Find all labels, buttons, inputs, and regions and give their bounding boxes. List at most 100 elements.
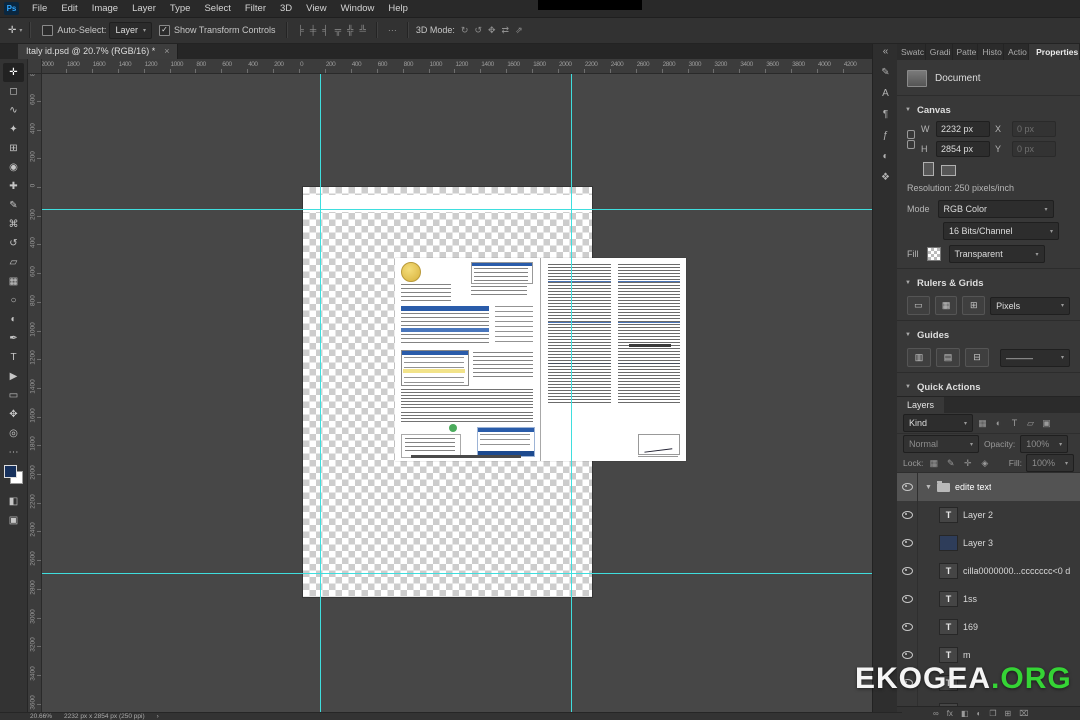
align-right-icon[interactable]: ╡ xyxy=(319,25,331,35)
lock-transparency-icon[interactable]: ▦ xyxy=(927,458,940,469)
close-tab-icon[interactable]: × xyxy=(164,46,169,56)
foreground-background-swatches[interactable] xyxy=(4,465,23,484)
menu-item[interactable]: View xyxy=(299,0,333,17)
horizontal-guide[interactable] xyxy=(41,573,872,574)
bit-depth-select[interactable]: 16 Bits/Channel ▾ xyxy=(943,222,1059,240)
clone-stamp-tool[interactable]: ⌘ xyxy=(3,215,24,234)
layer-row[interactable]: ▼ cilla0000000...ccccccc<0 d xyxy=(897,557,1080,585)
layer-row[interactable]: ▼ Layer 3 xyxy=(897,529,1080,557)
blur-tool[interactable]: ○ xyxy=(3,291,24,310)
3d-orbit-icon[interactable]: ↻ xyxy=(458,25,472,35)
canvas-pasteboard[interactable] xyxy=(41,73,872,712)
quick-selection-tool[interactable]: ✦ xyxy=(3,120,24,139)
align-left-icon[interactable]: ╞ xyxy=(295,25,307,35)
lock-guides-icon[interactable]: ▤ xyxy=(936,348,960,367)
visibility-toggle[interactable] xyxy=(897,613,918,641)
3d-roll-icon[interactable]: ↺ xyxy=(471,25,485,35)
pen-tool[interactable]: ✒ xyxy=(3,329,24,348)
lock-pixels-icon[interactable]: ✎ xyxy=(944,458,957,469)
3d-pan-icon[interactable]: ✥ xyxy=(485,25,499,35)
filter-shape-layers-icon[interactable]: ▱ xyxy=(1024,418,1037,429)
new-layer-icon[interactable]: ⊞ xyxy=(1005,709,1012,718)
move-tool[interactable]: ✛ xyxy=(3,63,24,82)
tool-preset-caret-icon[interactable]: ▾ xyxy=(19,27,22,34)
hand-tool[interactable]: ✥ xyxy=(3,405,24,424)
adjustments-panel-icon[interactable]: ◐ xyxy=(882,151,888,162)
layers-tab[interactable]: Layers xyxy=(897,397,945,413)
horizontal-ruler[interactable]: 2000 1800 1600 1400 1200 1000 800 600 400 200 0 200… xyxy=(41,59,872,74)
delete-layer-icon[interactable]: ⌧ xyxy=(1019,709,1028,718)
lock-all-icon[interactable]: ◈ xyxy=(978,458,991,469)
menu-item[interactable]: File xyxy=(25,0,54,17)
vertical-ruler[interactable]: 8006004002000200400600800100012001400160… xyxy=(27,73,42,712)
filter-adjustment-layers-icon[interactable]: ◐ xyxy=(992,418,1005,428)
panel-tab[interactable]: Gradi xyxy=(926,43,953,60)
path-selection-tool[interactable]: ▶ xyxy=(3,367,24,386)
guides-section-header[interactable]: ▼ Guides xyxy=(897,326,1080,344)
guide-style-select[interactable]: ——— ▾ xyxy=(1000,348,1070,367)
horizontal-guide[interactable] xyxy=(41,209,872,210)
blend-mode-select[interactable]: Normal ▾ xyxy=(903,435,979,453)
link-layers-icon[interactable]: ∞ xyxy=(933,709,939,718)
link-dimensions-icon[interactable] xyxy=(907,130,915,149)
panel-tab[interactable]: Patte xyxy=(953,43,979,60)
menu-item[interactable]: Filter xyxy=(238,0,273,17)
layer-row[interactable]: ▼ 1ss xyxy=(897,585,1080,613)
visibility-toggle[interactable] xyxy=(897,501,918,529)
layer-row[interactable]: ▼ 169 xyxy=(897,613,1080,641)
layer-row[interactable]: ▼ Layer 2 xyxy=(897,501,1080,529)
panel-tab-properties[interactable]: Properties xyxy=(1029,43,1080,60)
type-tool[interactable]: T xyxy=(3,348,24,367)
current-tool-icon[interactable]: ✛ xyxy=(6,25,18,36)
quick-mask-button[interactable]: ◧ xyxy=(3,492,24,511)
glyphs-panel-icon[interactable]: ƒ xyxy=(883,130,889,141)
marquee-tool[interactable]: ◻ xyxy=(3,82,24,101)
brush-tool[interactable]: ✎ xyxy=(3,196,24,215)
paragraph-panel-icon[interactable]: ¶ xyxy=(883,109,888,120)
edit-toolbar-icon[interactable]: ⋯ xyxy=(3,443,24,462)
color-mode-select[interactable]: RGB Color ▾ xyxy=(937,200,1054,218)
zoom-tool[interactable]: ◎ xyxy=(3,424,24,443)
3d-scale-icon[interactable]: ⇗ xyxy=(512,25,526,35)
menu-item[interactable]: Type xyxy=(163,0,198,17)
portrait-orientation-button[interactable] xyxy=(923,162,934,176)
menu-item[interactable]: 3D xyxy=(273,0,299,17)
canvas-section-header[interactable]: ▼ Canvas xyxy=(897,101,1080,119)
visibility-toggle[interactable] xyxy=(897,473,918,501)
character-panel-icon[interactable]: A xyxy=(882,88,889,99)
canvas-fill-select[interactable]: Transparent ▾ xyxy=(948,245,1045,263)
lock-position-icon[interactable]: ✛ xyxy=(961,458,974,469)
auto-select-dropdown[interactable]: Layer ▾ xyxy=(109,21,152,39)
rulers-grids-section-header[interactable]: ▼ Rulers & Grids xyxy=(897,274,1080,292)
lasso-tool[interactable]: ∿ xyxy=(3,101,24,120)
align-center-horizontal-icon[interactable]: ╪ xyxy=(307,25,319,35)
healing-brush-tool[interactable]: ✚ xyxy=(3,177,24,196)
panel-tab[interactable]: Histo xyxy=(978,43,1004,60)
eyedropper-tool[interactable]: ◉ xyxy=(3,158,24,177)
align-bottom-icon[interactable]: ╩ xyxy=(356,25,368,35)
layer-filter-kind-select[interactable]: Kind ▾ xyxy=(903,414,973,432)
landscape-orientation-button[interactable] xyxy=(941,165,956,176)
adjustment-layer-icon[interactable]: ◐ xyxy=(977,709,982,718)
filter-smart-objects-icon[interactable]: ▣ xyxy=(1040,418,1053,429)
more-options-icon[interactable]: ⋯ xyxy=(385,25,400,36)
filter-type-layers-icon[interactable]: T xyxy=(1008,418,1021,428)
zoom-level-field[interactable]: 20.66% xyxy=(30,713,52,720)
crop-tool[interactable]: ⊞ xyxy=(3,139,24,158)
align-middle-icon[interactable]: ╬ xyxy=(344,25,356,35)
menu-item[interactable]: Help xyxy=(381,0,415,17)
clear-guides-icon[interactable]: ⊟ xyxy=(965,348,989,367)
fill-field[interactable]: 100% ▾ xyxy=(1026,454,1074,472)
layer-row[interactable]: ▼ edite text xyxy=(897,473,1080,501)
libraries-panel-icon[interactable]: ❖ xyxy=(881,172,890,183)
quick-actions-section-header[interactable]: ▼ Quick Actions xyxy=(897,378,1080,396)
ruler-toggle-icon[interactable]: ▭ xyxy=(907,296,930,315)
width-field[interactable]: 2232 px xyxy=(936,121,990,137)
eraser-tool[interactable]: ▱ xyxy=(3,253,24,272)
panel-tab[interactable]: Actio xyxy=(1004,43,1030,60)
menu-item[interactable]: Edit xyxy=(54,0,84,17)
gradient-tool[interactable]: ▦ xyxy=(3,272,24,291)
layer-mask-icon[interactable]: ◧ xyxy=(961,709,969,718)
history-brush-tool[interactable]: ↺ xyxy=(3,234,24,253)
vertical-guide[interactable] xyxy=(320,73,321,712)
